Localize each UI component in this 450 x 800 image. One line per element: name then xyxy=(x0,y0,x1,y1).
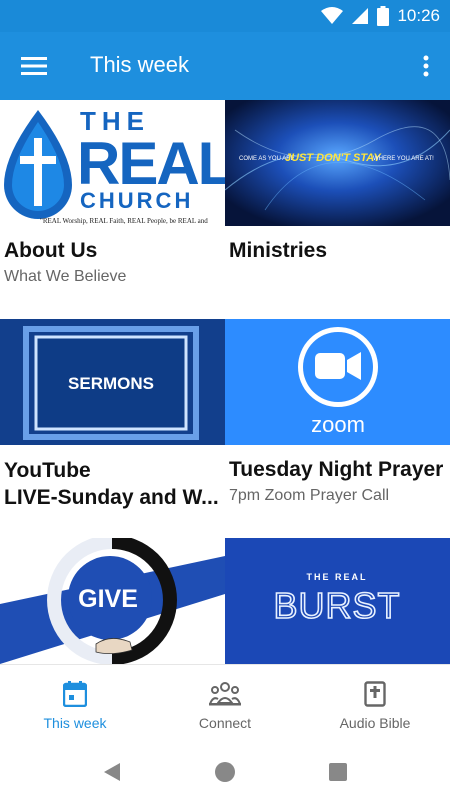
nav-connect[interactable]: Connect xyxy=(150,665,300,746)
back-icon[interactable] xyxy=(102,762,122,782)
card-title: YouTube LIVE-Sunday and W... xyxy=(4,457,222,511)
group-icon xyxy=(209,682,241,706)
nav-label: Audio Bible xyxy=(339,715,411,731)
zoom-image: zoom xyxy=(225,319,450,445)
recent-apps-icon[interactable] xyxy=(329,763,347,781)
card-tuesday-night-prayer[interactable]: zoom Tuesday Night Prayer 7pm Zoom Praye… xyxy=(225,319,450,505)
wifi-icon xyxy=(321,7,344,24)
ministries-image: COME AS YOU ARE JUST DON'T STAY WHERE YO… xyxy=(225,100,450,226)
real-church-line2: REAL xyxy=(77,130,225,197)
burst-image: THE REAL BURST xyxy=(225,538,450,664)
real-church-line3: CHURCH xyxy=(80,188,193,213)
signal-icon xyxy=(352,8,369,24)
give-text: GIVE xyxy=(78,585,138,613)
card-title: About Us xyxy=(4,239,98,262)
menu-icon[interactable] xyxy=(16,50,52,82)
card-subtitle: 7pm Zoom Prayer Call xyxy=(229,487,390,504)
about-us-image: THE REAL CHURCH "REAL Worship, REAL Fait… xyxy=(0,100,225,226)
card-ministries[interactable]: COME AS YOU ARE JUST DON'T STAY WHERE YO… xyxy=(225,100,450,264)
app-bar: This week xyxy=(0,32,450,100)
status-icons: 10:26 xyxy=(321,6,440,26)
home-icon[interactable] xyxy=(215,762,235,782)
card-subtitle: What We Believe xyxy=(4,268,127,285)
page-title: This week xyxy=(90,52,190,77)
card-title: Ministries xyxy=(229,239,328,262)
card-about-us[interactable]: THE REAL CHURCH "REAL Worship, REAL Fait… xyxy=(0,100,225,286)
sermons-image: SERMONS xyxy=(0,319,225,445)
nav-this-week[interactable]: This week xyxy=(0,665,150,746)
burst-text-line1: THE REAL xyxy=(307,572,368,582)
status-time: 10:26 xyxy=(397,6,440,25)
zoom-text: zoom xyxy=(311,412,365,437)
bottom-navigation: This week Connect Audio Bible xyxy=(0,664,450,746)
nav-audio-bible[interactable]: Audio Bible xyxy=(300,665,450,746)
card-title-line2: LIVE-Sunday and W... xyxy=(4,486,219,509)
bible-icon xyxy=(364,681,386,707)
calendar-icon xyxy=(63,681,87,707)
burst-text-line2: BURST xyxy=(273,585,400,626)
sermons-text: SERMONS xyxy=(68,374,154,393)
status-bar: 10:26 xyxy=(0,0,450,32)
give-image: GIVE xyxy=(0,538,225,664)
card-burst[interactable]: THE REAL BURST xyxy=(225,538,450,664)
system-navigation xyxy=(0,746,450,800)
ministries-text-right: WHERE YOU ARE AT! xyxy=(373,156,434,162)
real-church-caption: "REAL Worship, REAL Faith, REAL People, … xyxy=(40,217,208,225)
nav-label: Connect xyxy=(198,715,252,731)
card-youtube[interactable]: SERMONS YouTube LIVE-Sunday and W... xyxy=(0,319,225,511)
ministries-text-middle: JUST DON'T STAY xyxy=(285,152,382,164)
more-vert-icon[interactable] xyxy=(416,50,436,82)
card-title: Tuesday Night Prayer xyxy=(229,458,444,481)
nav-label: This week xyxy=(43,715,107,731)
battery-icon xyxy=(377,6,390,26)
card-title-line1: YouTube xyxy=(4,459,91,482)
card-give[interactable]: GIVE xyxy=(0,538,225,664)
